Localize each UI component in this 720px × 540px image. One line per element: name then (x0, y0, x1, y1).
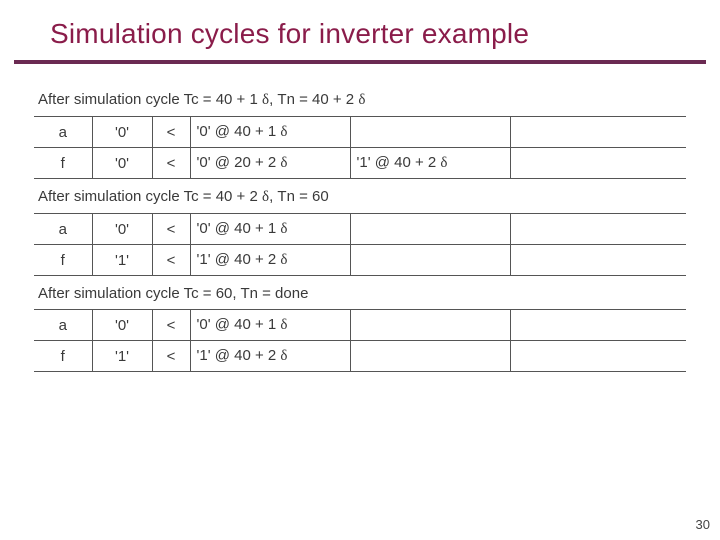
table-cell (510, 214, 686, 245)
table-cell: f (34, 245, 92, 276)
delta-glyph: δ (280, 252, 287, 268)
table-cell: a (34, 310, 92, 341)
slide: Simulation cycles for inverter example A… (0, 0, 720, 540)
table-cell (510, 117, 686, 148)
table-row: a'0'<'0' @ 40 + 1 δ (34, 214, 686, 245)
delta-glyph: δ (280, 221, 287, 237)
delta-glyph: δ (358, 92, 365, 108)
table-cell (350, 214, 510, 245)
table-row: a'0'<'0' @ 40 + 1 δ (34, 117, 686, 148)
table-cell: '1' @ 40 + 2 δ (350, 148, 510, 179)
delta-glyph: δ (280, 155, 287, 171)
table-cell: '0' @ 40 + 1 δ (190, 117, 350, 148)
table-row: a'0'<'0' @ 40 + 1 δ (34, 310, 686, 341)
cycle-header: After simulation cycle Tc = 60, Tn = don… (34, 276, 686, 310)
table-cell (510, 245, 686, 276)
table-cell (350, 117, 510, 148)
table-cell: '1' (92, 341, 152, 372)
delta-glyph: δ (280, 348, 287, 364)
table-cell: '0' (92, 310, 152, 341)
page-number: 30 (696, 517, 710, 532)
simulation-table: After simulation cycle Tc = 40 + 1 δ, Tn… (34, 82, 686, 372)
table-cell: a (34, 214, 92, 245)
table-cell: < (152, 117, 190, 148)
table-cell: '0' (92, 148, 152, 179)
table-cell (350, 310, 510, 341)
table-cell: '1' @ 40 + 2 δ (190, 245, 350, 276)
table-cell: f (34, 148, 92, 179)
table-cell: '0' @ 20 + 2 δ (190, 148, 350, 179)
cycle-header: After simulation cycle Tc = 40 + 1 δ, Tn… (34, 82, 686, 117)
table-cell: '1' (92, 245, 152, 276)
table-cell (510, 310, 686, 341)
table-cell: < (152, 214, 190, 245)
table-cell (510, 341, 686, 372)
table-row: f'0'<'0' @ 20 + 2 δ'1' @ 40 + 2 δ (34, 148, 686, 179)
delta-glyph: δ (280, 124, 287, 140)
simulation-table-wrap: After simulation cycle Tc = 40 + 1 δ, Tn… (34, 82, 686, 372)
delta-glyph: δ (262, 92, 269, 108)
table-cell: '0' @ 40 + 1 δ (190, 310, 350, 341)
delta-glyph: δ (262, 189, 269, 205)
delta-glyph: δ (440, 155, 447, 171)
slide-title: Simulation cycles for inverter example (50, 18, 529, 50)
table-cell: '0' (92, 117, 152, 148)
table-cell: f (34, 341, 92, 372)
title-underline (14, 60, 706, 64)
table-cell: '0' (92, 214, 152, 245)
table-cell: < (152, 341, 190, 372)
delta-glyph: δ (280, 317, 287, 333)
table-row: f'1'<'1' @ 40 + 2 δ (34, 341, 686, 372)
table-cell (510, 148, 686, 179)
cycle-header: After simulation cycle Tc = 40 + 2 δ, Tn… (34, 179, 686, 214)
table-cell: '0' @ 40 + 1 δ (190, 214, 350, 245)
table-cell: < (152, 245, 190, 276)
table-cell: '1' @ 40 + 2 δ (190, 341, 350, 372)
table-cell (350, 341, 510, 372)
table-cell: a (34, 117, 92, 148)
table-row: f'1'<'1' @ 40 + 2 δ (34, 245, 686, 276)
table-cell (350, 245, 510, 276)
table-cell: < (152, 148, 190, 179)
table-cell: < (152, 310, 190, 341)
